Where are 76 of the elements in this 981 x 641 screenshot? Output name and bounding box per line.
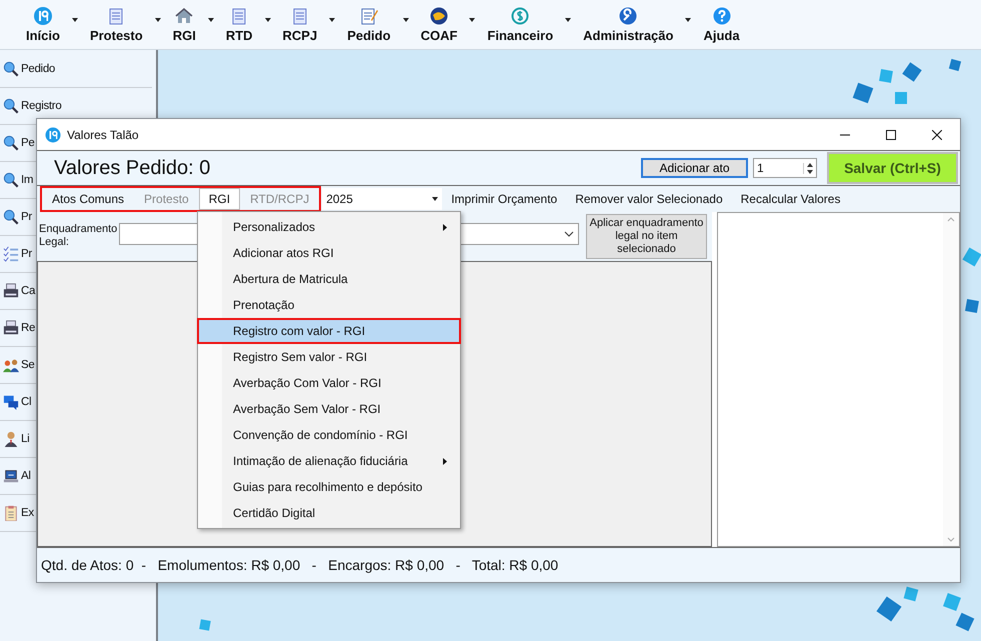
- menu-item[interactable]: Registro Sem valor - RGI: [197, 344, 461, 370]
- printer-icon: [3, 283, 19, 299]
- toolbar-button[interactable]: RGI: [166, 0, 202, 43]
- chat-icon: [3, 394, 19, 410]
- add-act-button[interactable]: Adicionar ato: [641, 158, 748, 178]
- caret-icon[interactable]: [208, 18, 214, 22]
- up-arrow-icon[interactable]: [807, 162, 813, 166]
- status-text: Qtd. de Atos: 0 - Emolumentos: R$ 0,00 - Encargos: R$ 0,00 - Total: R$ 0,00: [41, 557, 558, 573]
- chevron-down-icon: [947, 537, 955, 542]
- document-pen-icon: [358, 6, 379, 26]
- caret-icon[interactable]: [402, 18, 409, 22]
- logo-badge-icon: [32, 6, 53, 26]
- maximize-icon: [886, 130, 896, 140]
- menu-item[interactable]: Intimação de alienação fiduciária: [197, 448, 461, 474]
- close-icon: [932, 130, 942, 140]
- search-icon: [3, 172, 19, 188]
- search-icon: [3, 135, 19, 151]
- menu-item[interactable]: Certidão Digital: [197, 500, 461, 526]
- globe-icon: [428, 6, 449, 26]
- clipboard-icon: [3, 505, 19, 521]
- heading: Valores Pedido: 0: [54, 156, 210, 180]
- menu-item[interactable]: Personalizados: [197, 214, 461, 240]
- menu-action[interactable]: Imprimir Orçamento: [442, 192, 566, 206]
- checklist-icon: [3, 246, 19, 262]
- sidebar-item[interactable]: Pedido: [0, 51, 152, 88]
- toolbar-button[interactable]: Administração: [577, 0, 680, 43]
- down-arrow-icon[interactable]: [807, 170, 813, 174]
- tab[interactable]: RGI: [198, 188, 240, 210]
- apply-button[interactable]: Aplicar enquadramento legal no item selecionado: [586, 214, 707, 259]
- toolbar-button[interactable]: RTD: [220, 0, 259, 43]
- toolbar-button[interactable]: COAF: [414, 0, 464, 43]
- person-icon: [3, 431, 19, 447]
- chevron-down-icon: [564, 231, 574, 237]
- caret-icon[interactable]: [154, 18, 161, 22]
- caret-icon[interactable]: [469, 18, 476, 22]
- chevron-up-icon: [947, 217, 955, 222]
- toolbar-button[interactable]: RCPJ: [276, 0, 324, 43]
- help-icon: [712, 6, 732, 26]
- printer-icon: [3, 320, 19, 336]
- toolbar-button[interactable]: Início: [20, 0, 66, 43]
- menu-item[interactable]: Prenotação: [197, 292, 461, 318]
- logo-badge-icon: [45, 126, 61, 142]
- menu-action[interactable]: Recalcular Valores: [732, 192, 850, 206]
- wrench-icon: [618, 6, 638, 26]
- field-label: Enquadramento Legal:: [39, 223, 118, 249]
- caret-icon[interactable]: [264, 18, 271, 22]
- menu-item[interactable]: Averbação Sem Valor - RGI: [197, 396, 461, 422]
- menu-item[interactable]: Convenção de condomínio - RGI: [197, 422, 461, 448]
- search-icon: [3, 98, 19, 114]
- menu-item[interactable]: Abertura de Matricula: [197, 266, 461, 292]
- laptop-icon: [3, 468, 19, 484]
- menu-item[interactable]: Averbação Com Valor - RGI: [197, 370, 461, 396]
- dollar-icon: [510, 6, 530, 26]
- search-icon: [3, 209, 19, 225]
- window-title: Valores Talão: [67, 128, 139, 142]
- caret-icon[interactable]: [685, 18, 692, 22]
- house-icon: [174, 6, 194, 26]
- toolbar-button[interactable]: Financeiro: [481, 0, 560, 43]
- caret-icon[interactable]: [329, 18, 336, 22]
- toolbar-button[interactable]: Ajuda: [697, 0, 746, 43]
- scrollbar[interactable]: [943, 213, 959, 546]
- caret-icon: [432, 197, 438, 201]
- people-icon: [3, 357, 19, 373]
- caret-icon[interactable]: [565, 18, 572, 22]
- menu-item[interactable]: Adicionar atos RGI: [197, 240, 461, 266]
- menu-action[interactable]: Remover valor Selecionado: [566, 192, 732, 206]
- tab[interactable]: Atos Comuns: [42, 188, 134, 210]
- menu-item[interactable]: Registro com valor - RGI: [197, 318, 461, 344]
- year-dropdown[interactable]: 2025: [322, 188, 442, 210]
- save-button[interactable]: Salvar (Ctrl+S): [827, 152, 958, 184]
- quantity-spinner[interactable]: 1: [753, 158, 817, 178]
- search-icon: [3, 61, 19, 77]
- toolbar-button[interactable]: Protesto: [84, 0, 149, 43]
- menu-item[interactable]: Guias para recolhimento e depósito: [197, 474, 461, 500]
- toolbar-button[interactable]: Pedido: [341, 0, 397, 43]
- caret-icon[interactable]: [72, 18, 78, 22]
